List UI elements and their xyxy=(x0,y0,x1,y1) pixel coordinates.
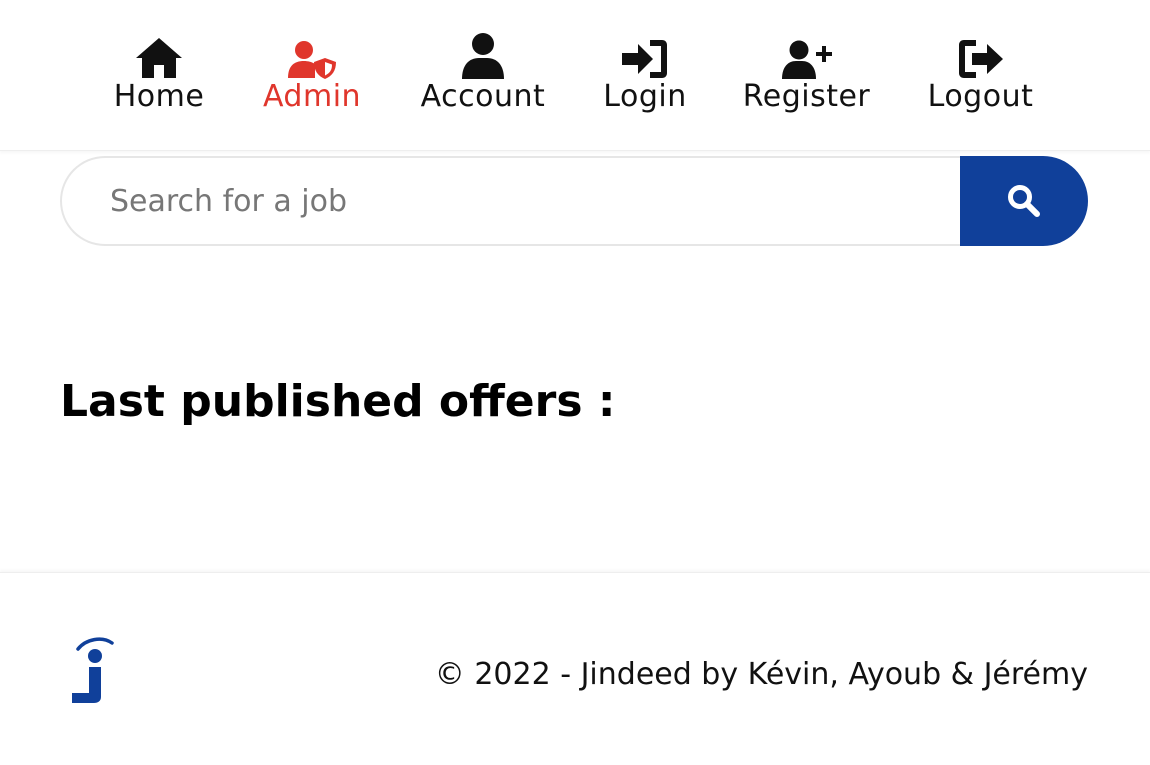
user-plus-icon xyxy=(781,30,833,80)
nav-login[interactable]: Login xyxy=(600,30,690,120)
footer-copyright: © 2022 - Jindeed by Kévin, Ayoub & Jérém… xyxy=(434,657,1088,692)
nav-login-label: Login xyxy=(603,79,687,114)
main-navbar: Home Admin Account Login Register Logout xyxy=(0,0,1150,151)
nav-account-label: Account xyxy=(420,79,546,114)
sign-in-icon xyxy=(620,30,670,80)
admin-user-shield-icon xyxy=(286,30,338,80)
nav-register[interactable]: Register xyxy=(740,30,873,120)
user-icon xyxy=(461,30,505,80)
search-form xyxy=(60,156,1088,246)
nav-register-label: Register xyxy=(742,79,871,114)
nav-logout-label: Logout xyxy=(927,79,1034,114)
search-icon xyxy=(1007,184,1041,218)
nav-home-label: Home xyxy=(113,79,205,114)
search-button[interactable] xyxy=(960,156,1088,246)
nav-account[interactable]: Account xyxy=(416,30,550,120)
nav-admin[interactable]: Admin xyxy=(258,30,366,120)
sign-out-icon xyxy=(956,30,1006,80)
jindeed-logo xyxy=(68,637,116,705)
home-icon xyxy=(134,30,184,80)
nav-admin-label: Admin xyxy=(262,79,362,114)
section-title-last-offers: Last published offers : xyxy=(60,376,616,427)
nav-logout[interactable]: Logout xyxy=(923,30,1038,120)
page-footer: © 2022 - Jindeed by Kévin, Ayoub & Jérém… xyxy=(0,572,1150,765)
nav-home[interactable]: Home xyxy=(110,30,208,120)
search-input[interactable] xyxy=(60,156,960,246)
